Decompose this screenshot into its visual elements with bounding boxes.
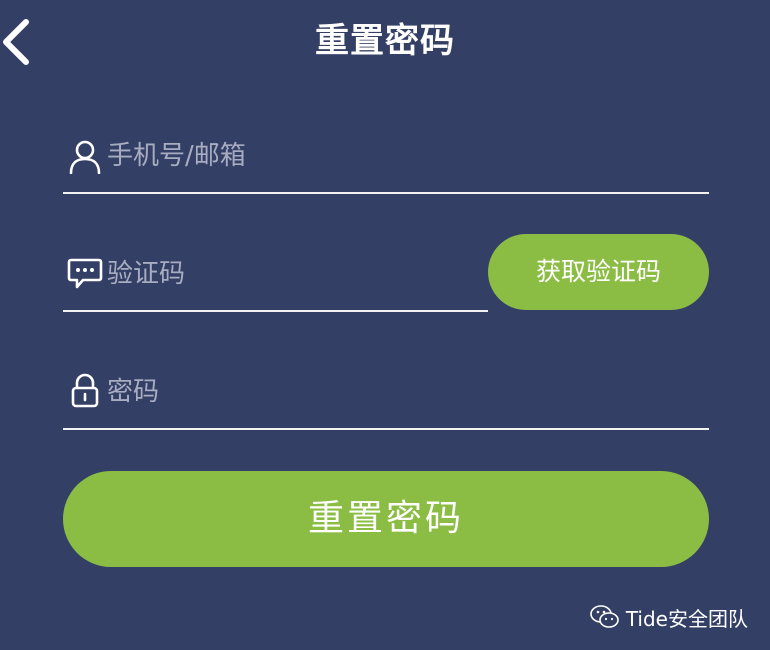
- watermark-text: Tide安全团队: [625, 606, 748, 631]
- reset-password-button[interactable]: 重置密码: [63, 471, 709, 567]
- verification-code-input[interactable]: [107, 254, 437, 294]
- watermark: Tide安全团队: [590, 602, 748, 632]
- page-title: 重置密码: [315, 21, 455, 61]
- phone-email-field: [63, 120, 709, 194]
- password-field: [63, 356, 709, 430]
- header-bar: 重置密码: [0, 0, 770, 84]
- phone-email-input[interactable]: [107, 136, 507, 176]
- get-code-button[interactable]: 获取验证码: [488, 234, 709, 310]
- user-icon: [69, 140, 101, 174]
- wechat-icon: [590, 605, 619, 628]
- verification-code-field: [63, 238, 488, 312]
- lock-icon: [71, 373, 99, 408]
- password-input[interactable]: [107, 372, 507, 412]
- message-icon: [67, 258, 103, 289]
